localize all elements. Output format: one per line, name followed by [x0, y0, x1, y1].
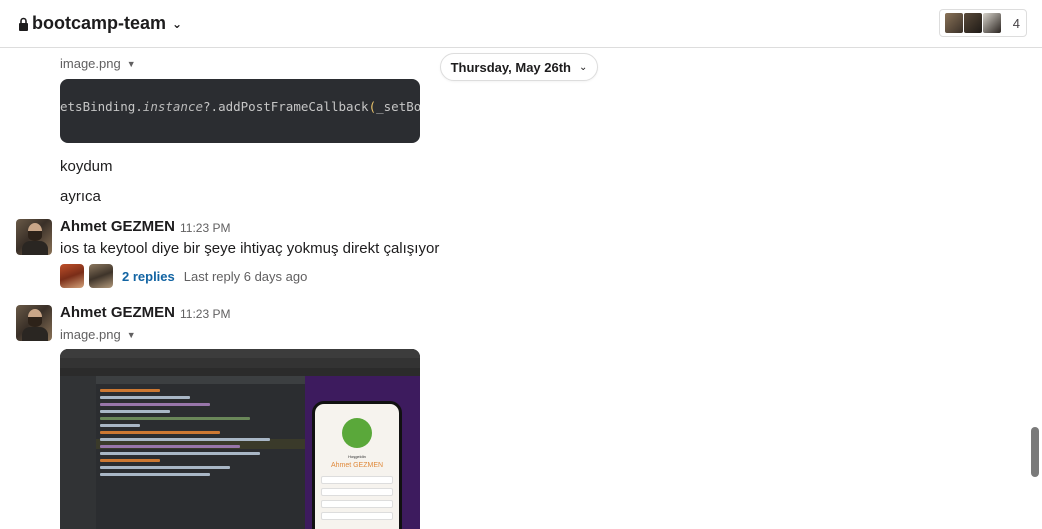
- member-avatar: [962, 12, 983, 34]
- replies-link[interactable]: 2 replies: [122, 269, 175, 284]
- channel-name: bootcamp-team: [32, 13, 167, 33]
- sender-name[interactable]: Ahmet GEZMEN: [60, 304, 175, 321]
- avatar[interactable]: [16, 219, 52, 255]
- chevron-down-icon: ⌄: [172, 16, 183, 31]
- member-avatar: [943, 12, 964, 34]
- reply-avatar: [60, 264, 84, 288]
- reply-avatar: [89, 264, 113, 288]
- message-text: koydum: [60, 158, 113, 175]
- chevron-down-icon: ⌄: [579, 61, 588, 73]
- lock-icon: [18, 17, 28, 31]
- scrollbar-thumb[interactable]: [1031, 427, 1039, 477]
- date-divider-button[interactable]: Thursday, May 26th ⌄: [440, 53, 598, 81]
- avatar[interactable]: [16, 305, 52, 341]
- member-count: 4: [1012, 15, 1020, 31]
- image-attachment[interactable]: etsBinding.instance?.addPostFrameCallbac…: [60, 79, 420, 143]
- members-button[interactable]: 4: [938, 9, 1027, 37]
- phone-preview: Hoşgeldin Ahmet GEZMEN: [312, 401, 402, 529]
- message-text: ios ta keytool diye bir şeye ihtiyaç yok…: [60, 240, 440, 257]
- message-text: ayrıca: [60, 188, 101, 205]
- thread-summary[interactable]: 2 replies Last reply 6 days ago: [60, 264, 307, 288]
- message-timestamp[interactable]: 11:23 PM: [180, 307, 230, 321]
- attachment-label[interactable]: image.png ▼: [60, 327, 136, 342]
- attachment-filename: image.png: [60, 56, 121, 71]
- sender-name[interactable]: Ahmet GEZMEN: [60, 218, 175, 235]
- member-avatar: [981, 12, 1002, 34]
- last-reply-text: Last reply 6 days ago: [183, 268, 308, 284]
- attachment-label[interactable]: image.png ▼: [60, 56, 136, 71]
- channel-header: bootcamp-team ⌄ 4: [0, 0, 1042, 48]
- image-attachment[interactable]: Hoşgeldin Ahmet GEZMEN: [60, 349, 420, 529]
- date-label: Thursday, May 26th: [450, 59, 571, 75]
- caret-down-icon[interactable]: ▼: [127, 59, 136, 69]
- channel-name-button[interactable]: bootcamp-team ⌄: [18, 13, 182, 34]
- caret-down-icon[interactable]: ▼: [127, 330, 136, 340]
- attachment-filename: image.png: [60, 327, 121, 342]
- code-preview-line: etsBinding.instance?.addPostFrameCallbac…: [60, 99, 420, 114]
- message-timestamp[interactable]: 11:23 PM: [180, 221, 230, 235]
